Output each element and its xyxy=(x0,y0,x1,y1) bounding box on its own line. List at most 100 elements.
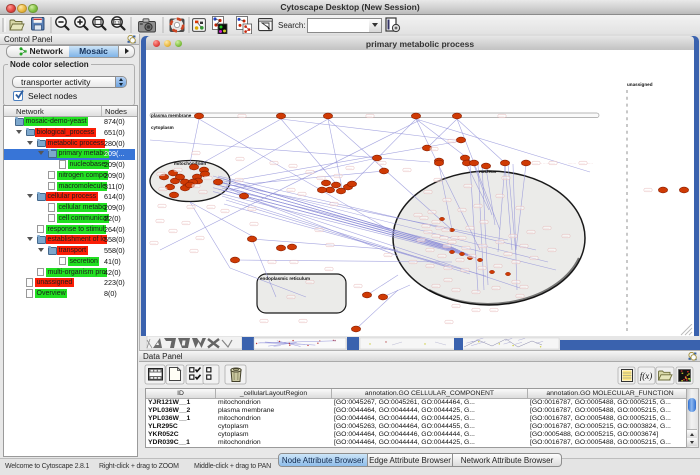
svg-text:.....: ..... xyxy=(367,115,372,118)
svg-text:.....: ..... xyxy=(446,321,451,324)
svg-text:.....: ..... xyxy=(251,223,256,226)
svg-text:.....: ..... xyxy=(495,265,500,268)
svg-text:.....: ..... xyxy=(453,305,458,308)
svg-text:.....: ..... xyxy=(497,195,502,198)
svg-text:.....: ..... xyxy=(513,281,518,284)
svg-text:.....: ..... xyxy=(587,161,593,165)
svg-text:.....: ..... xyxy=(331,203,336,206)
svg-text:f(x): f(x) xyxy=(640,371,653,381)
svg-text:.....: ..... xyxy=(193,185,198,188)
svg-text:.....: ..... xyxy=(379,162,384,165)
svg-text:.....: ..... xyxy=(385,254,390,257)
svg-text:.....: ..... xyxy=(429,211,434,214)
svg-text:.....: ..... xyxy=(510,235,515,238)
svg-text:.....: ..... xyxy=(497,241,502,244)
svg-text:.....: ..... xyxy=(533,162,538,165)
svg-text:.....: ..... xyxy=(479,267,484,270)
svg-text:.....: ..... xyxy=(433,221,438,224)
svg-text:.......: ....... xyxy=(568,161,576,165)
svg-text:.....: ..... xyxy=(453,289,458,292)
svg-text:.....: ..... xyxy=(261,320,266,323)
svg-text:.....: ..... xyxy=(410,261,415,264)
svg-text:.....: ..... xyxy=(157,220,162,223)
svg-text:.....: ..... xyxy=(200,191,205,194)
svg-text:.....: ..... xyxy=(528,231,533,234)
svg-text:.....: ..... xyxy=(170,230,175,233)
svg-text:.....: ..... xyxy=(463,247,468,250)
svg-text:.....: ..... xyxy=(269,261,274,264)
svg-text:.....: ..... xyxy=(433,235,438,238)
svg-text:.....: ..... xyxy=(550,162,555,165)
svg-text:.....: ..... xyxy=(347,167,352,170)
svg-text:.....: ..... xyxy=(418,239,423,242)
svg-text:.....: ..... xyxy=(465,185,470,188)
svg-text:.....: ..... xyxy=(431,148,436,151)
svg-text:nucleus: nucleus xyxy=(479,169,497,174)
svg-text:.....: ..... xyxy=(237,158,242,161)
svg-text:.....: ..... xyxy=(517,207,522,210)
svg-text:.....: ..... xyxy=(205,177,210,180)
svg-text:.....: ..... xyxy=(452,237,457,240)
svg-text:.....: ..... xyxy=(425,191,430,194)
svg-text:.....: ..... xyxy=(423,225,428,228)
svg-text:.....: ..... xyxy=(300,320,305,323)
svg-text:.....: ..... xyxy=(271,162,276,165)
svg-text:.....: ..... xyxy=(475,205,480,208)
svg-text:.....: ..... xyxy=(433,285,438,288)
svg-text:.....: ..... xyxy=(288,189,293,192)
svg-text:.....: ..... xyxy=(425,231,430,234)
svg-text:cytoplasm: cytoplasm xyxy=(151,125,174,130)
svg-text:.....: ..... xyxy=(645,189,650,192)
svg-text:.....: ..... xyxy=(521,286,526,289)
svg-text:.....: ..... xyxy=(159,205,164,208)
svg-text:.....: ..... xyxy=(355,285,360,288)
svg-text:.....: ..... xyxy=(444,245,449,248)
svg-text:.....: ..... xyxy=(307,171,312,174)
svg-text:.....: ..... xyxy=(441,237,446,240)
svg-text:.....: ..... xyxy=(316,229,321,232)
svg-text:.....: ..... xyxy=(427,265,432,268)
svg-text:.....: ..... xyxy=(239,115,244,118)
svg-text:.....: ..... xyxy=(158,173,163,176)
svg-text:.....: ..... xyxy=(469,255,474,258)
svg-text:.....: ..... xyxy=(544,227,549,230)
svg-text:.....: ..... xyxy=(443,229,448,232)
svg-text:.....: ..... xyxy=(449,241,454,244)
svg-text:.....: ..... xyxy=(563,235,568,238)
svg-text:.....: ..... xyxy=(335,175,340,178)
svg-text:.....: ..... xyxy=(521,245,526,248)
svg-text:.....: ..... xyxy=(481,221,486,224)
svg-text:.....: ..... xyxy=(513,261,518,264)
svg-text:.....: ..... xyxy=(236,179,241,182)
svg-text:.....: ..... xyxy=(445,267,450,270)
svg-text:.....: ..... xyxy=(291,261,296,264)
svg-text:.....: ..... xyxy=(318,177,323,180)
svg-text:.....: ..... xyxy=(299,193,304,196)
svg-text:.....: ..... xyxy=(183,222,188,225)
svg-text:.....: ..... xyxy=(473,291,478,294)
svg-text:endoplasmic reticulum: endoplasmic reticulum xyxy=(260,276,310,281)
svg-text:.....: ..... xyxy=(188,206,193,209)
svg-text:.....: ..... xyxy=(462,269,467,272)
svg-text:.....: ..... xyxy=(307,281,312,284)
svg-text:.....: ..... xyxy=(505,253,510,256)
svg-text:.....: ..... xyxy=(459,209,464,212)
svg-text:.....: ..... xyxy=(197,237,202,240)
svg-text:.....: ..... xyxy=(517,295,522,298)
svg-text:.....: ..... xyxy=(503,177,508,180)
svg-text:.....: ..... xyxy=(427,249,432,252)
svg-text:.. ......: .. ...... xyxy=(540,161,551,165)
svg-text:.....: ..... xyxy=(439,255,444,258)
svg-text:.....: ..... xyxy=(193,152,198,155)
svg-text:.....: ..... xyxy=(404,169,409,172)
svg-text:1:1: 1:1 xyxy=(115,21,120,25)
svg-text:.....: ..... xyxy=(580,162,585,165)
svg-text:.....: ..... xyxy=(449,140,454,143)
svg-text:.....: ..... xyxy=(473,309,478,312)
svg-text:.....: ..... xyxy=(327,244,332,247)
svg-text:.....: ..... xyxy=(499,115,504,118)
svg-text:.....: ..... xyxy=(249,208,254,211)
svg-text:.....: ..... xyxy=(160,188,165,191)
svg-text:.....: ..... xyxy=(467,227,472,230)
svg-text:.....: ..... xyxy=(288,296,293,299)
